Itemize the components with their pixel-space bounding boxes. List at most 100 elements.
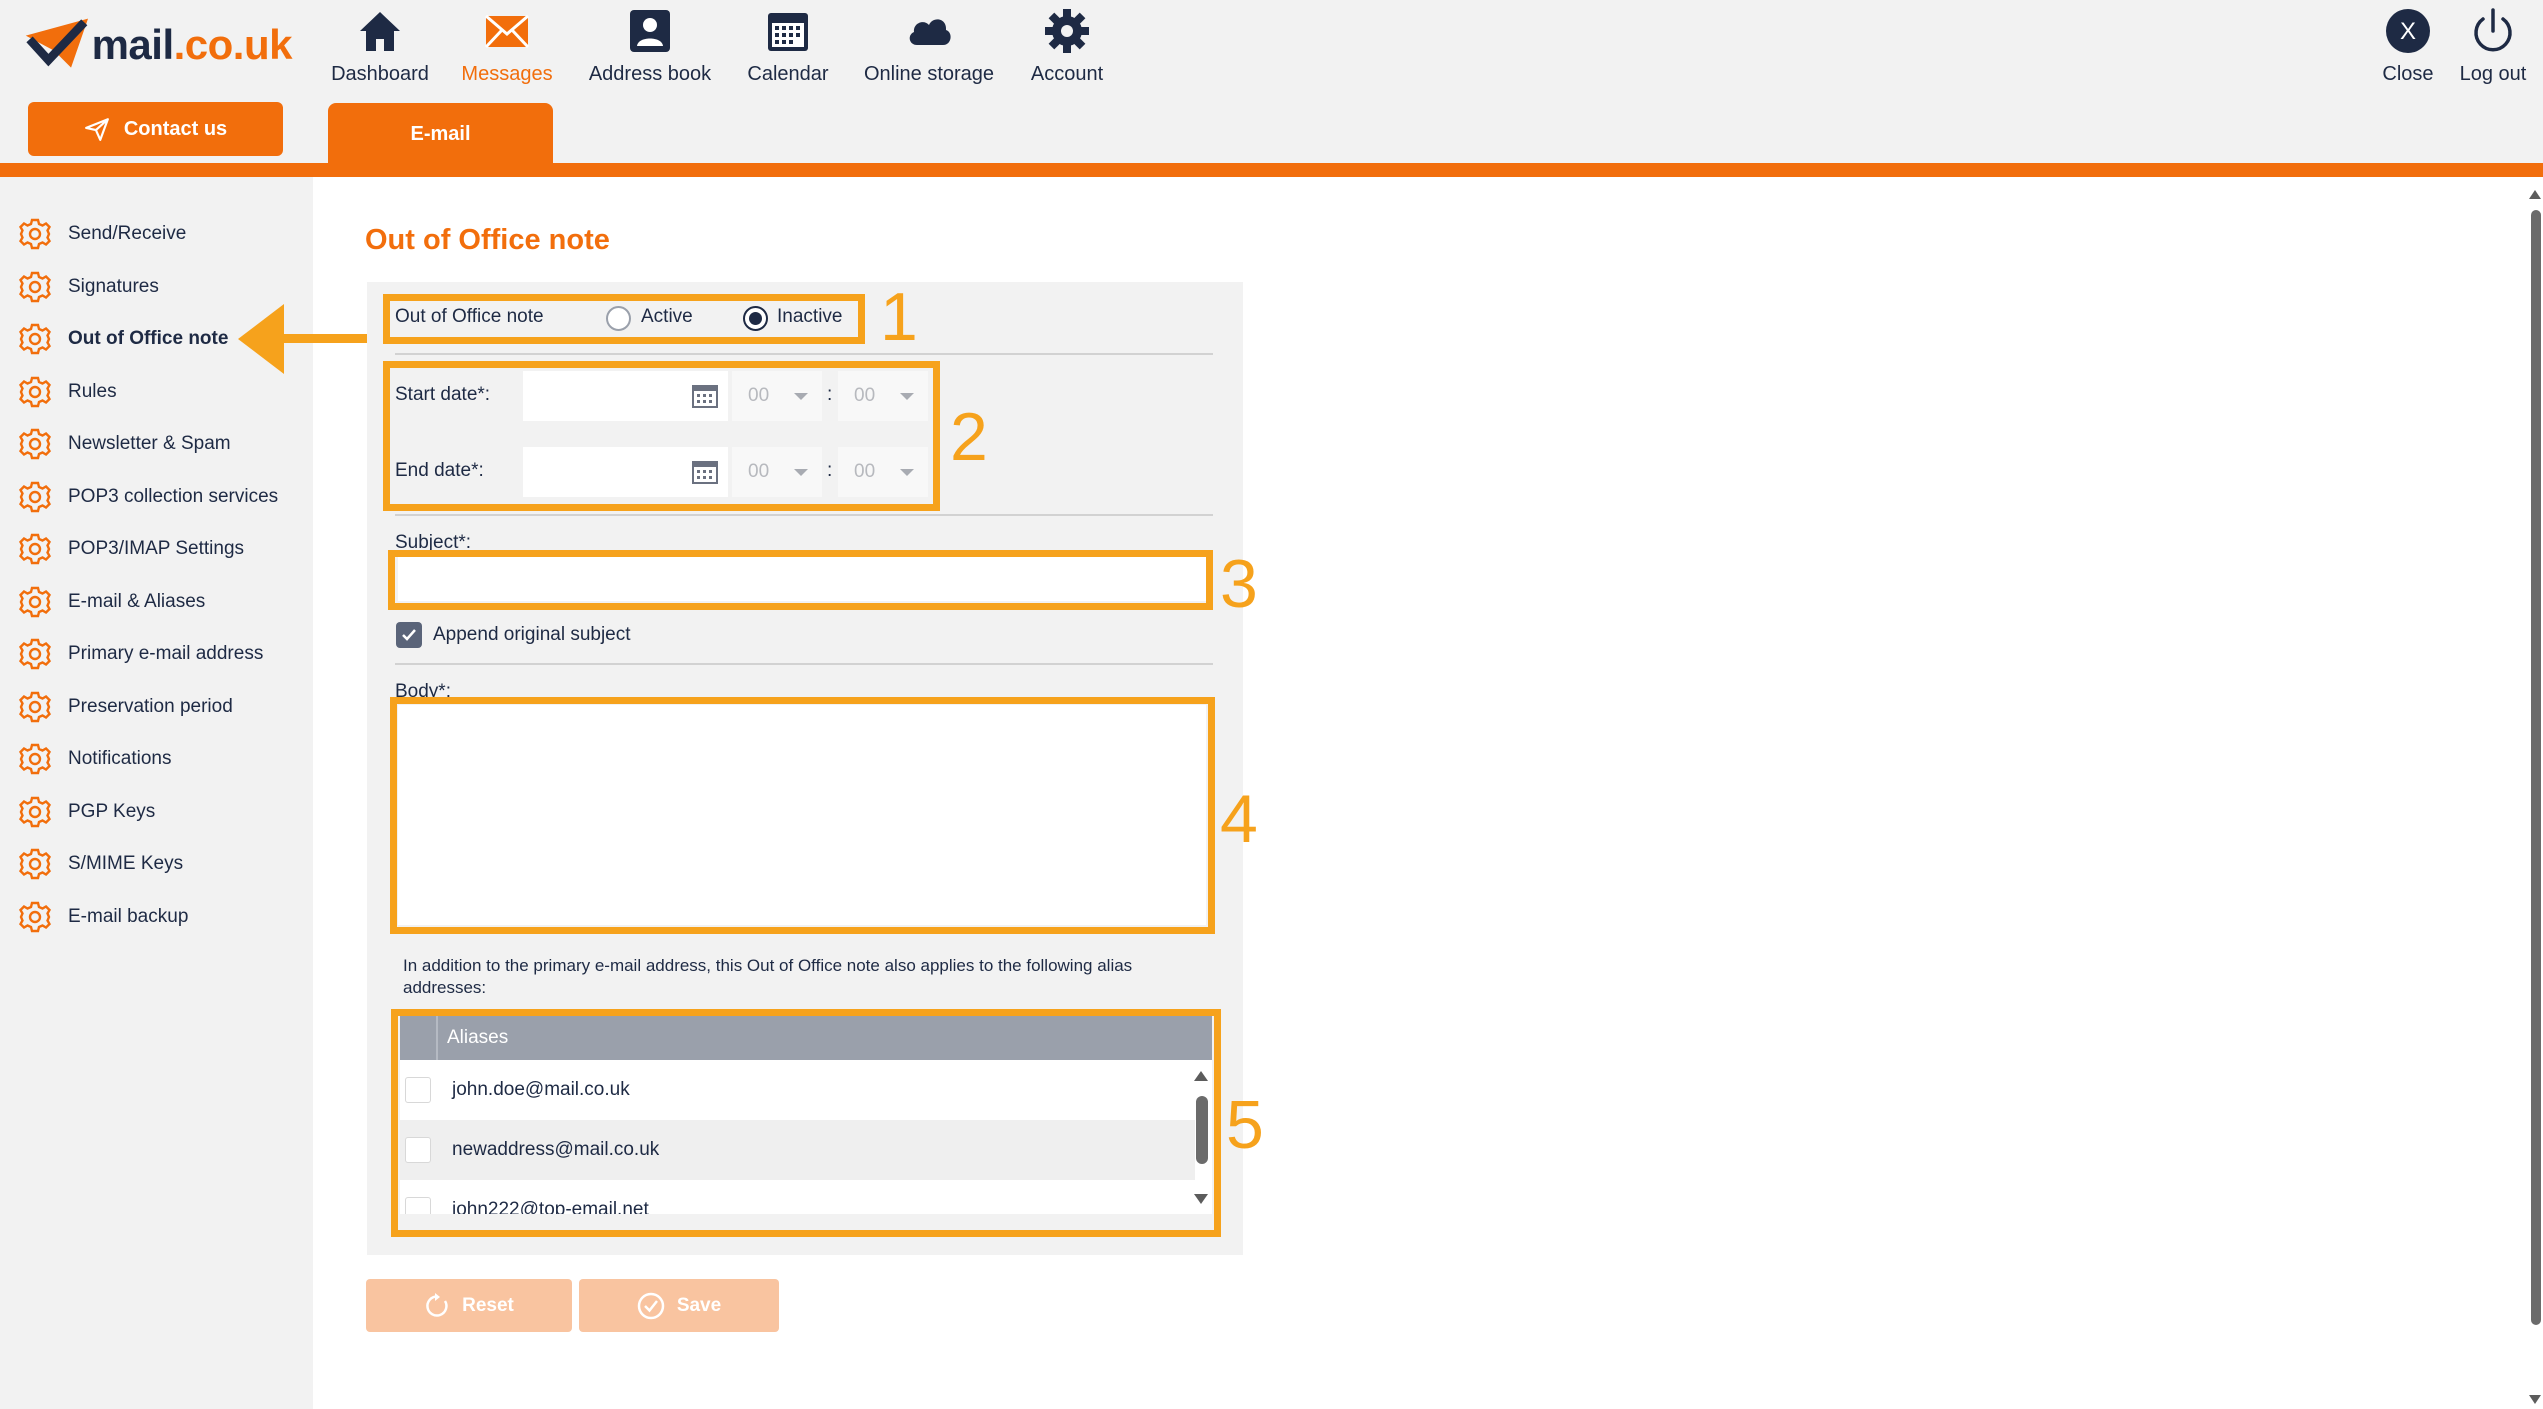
settings-gear-icon [19, 901, 51, 932]
nav-label: Messages [461, 63, 553, 85]
nav-messages[interactable]: Messages [458, 0, 556, 86]
sidebar-item-e-mail-aliases[interactable]: E-mail & Aliases [18, 582, 205, 622]
save-button[interactable]: Save [579, 1279, 779, 1332]
sidebar-item-preservation-period[interactable]: Preservation period [18, 687, 233, 727]
sidebar-item-pop3-collection-services[interactable]: POP3 collection services [18, 477, 278, 517]
settings-gear-icon [19, 271, 51, 302]
page-scroll-down-icon[interactable] [2529, 1395, 2541, 1404]
inactive-radio-label[interactable]: Inactive [777, 306, 842, 328]
end-minute-select[interactable]: 00 [838, 447, 928, 497]
alias-address: newaddress@mail.co.uk [452, 1139, 660, 1160]
append-subject-checkbox[interactable] [396, 622, 422, 648]
settings-gear-icon [19, 428, 51, 460]
sidebar-item-e-mail-backup[interactable]: E-mail backup [18, 897, 188, 937]
time-separator: : [827, 460, 833, 481]
page-scrollbar-thumb[interactable] [2531, 210, 2541, 1325]
nav-account[interactable]: Account [1026, 0, 1108, 86]
settings-gear-icon [19, 481, 51, 512]
active-radio-label[interactable]: Active [641, 306, 693, 328]
scroll-up-arrow-icon[interactable] [1194, 1071, 1208, 1081]
sidebar-item-label: Signatures [68, 275, 159, 297]
sidebar-item-pop3-imap-settings[interactable]: POP3/IMAP Settings [18, 529, 244, 569]
sidebar-item-notifications[interactable]: Notifications [18, 739, 172, 779]
close-label: Close [2382, 63, 2434, 85]
nav-label: Address book [588, 63, 712, 85]
alias-row[interactable]: john222@top-email.net [400, 1180, 1195, 1214]
check-circle-icon [637, 1292, 665, 1319]
inactive-radio[interactable] [743, 306, 768, 331]
sidebar-item-out-of-office-note[interactable]: Out of Office note [18, 319, 228, 359]
append-subject-label[interactable]: Append original subject [433, 624, 631, 646]
settings-gear-icon [19, 743, 51, 775]
sidebar-item-send-receive[interactable]: Send/Receive [18, 214, 186, 254]
sidebar-item-label: E-mail & Aliases [68, 590, 206, 612]
subject-label: Subject*: [395, 532, 472, 553]
divider [395, 514, 1213, 516]
sidebar-item-newsletter-spam[interactable]: Newsletter & Spam [18, 424, 231, 464]
sidebar-item-label: PGP Keys [68, 800, 156, 822]
sidebar-item-label: Rules [68, 380, 117, 402]
annotation-arrow-icon [238, 304, 368, 374]
contact-us-button[interactable]: Contact us [28, 102, 283, 156]
annotation-number-4: 4 [1220, 781, 1258, 857]
close-button[interactable]: X Close [2376, 0, 2440, 86]
alias-checkbox[interactable] [405, 1077, 431, 1103]
envelope-icon [484, 14, 530, 49]
start-minute-select[interactable]: 00 [838, 371, 928, 421]
sidebar-item-label: S/MIME Keys [68, 853, 184, 874]
sidebar-item-label: Newsletter & Spam [68, 433, 231, 454]
page-scroll-up-icon[interactable] [2529, 190, 2541, 199]
alias-row[interactable]: john.doe@mail.co.uk [400, 1060, 1195, 1120]
alias-info-text: In addition to the primary e-mail addres… [403, 956, 1133, 997]
alias-row[interactable]: newaddress@mail.co.uk [400, 1120, 1195, 1180]
aliases-header-label: Aliases [447, 1027, 509, 1048]
sidebar-item-signatures[interactable]: Signatures [18, 267, 159, 307]
aliases-table-header: Aliases [400, 1016, 1212, 1060]
end-date-input[interactable] [523, 447, 728, 497]
nav-address-book[interactable]: Address book [584, 0, 716, 86]
body-label: Body*: [395, 681, 451, 699]
save-label: Save [676, 1294, 722, 1316]
sidebar-item-s-mime-keys[interactable]: S/MIME Keys [18, 844, 183, 884]
settings-gear-icon [19, 376, 51, 407]
header-divider [0, 163, 2543, 177]
scroll-down-arrow-icon[interactable] [1194, 1194, 1208, 1204]
contact-us-label: Contact us [123, 117, 228, 140]
settings-gear-icon [19, 323, 51, 355]
settings-gear-icon [19, 638, 51, 670]
page-title: Out of Office note [365, 224, 610, 256]
settings-gear-icon [19, 533, 51, 565]
body-textarea[interactable] [398, 705, 1206, 925]
power-icon [2474, 8, 2512, 52]
sidebar-item-label: Primary e-mail address [68, 643, 264, 664]
start-date-input[interactable] [523, 371, 728, 421]
alias-checkbox[interactable] [405, 1197, 431, 1214]
divider [395, 663, 1213, 665]
end-hour-select[interactable]: 00 [732, 447, 822, 497]
mail-logo[interactable]: mail.co.uk [22, 12, 293, 78]
annotation-number-2: 2 [950, 399, 988, 475]
aliases-scrollbar-thumb[interactable] [1196, 1096, 1208, 1164]
sidebar-item-label: Notifications [68, 748, 172, 769]
sidebar-item-primary-e-mail-address[interactable]: Primary e-mail address [18, 634, 263, 674]
close-icon: X [2386, 9, 2430, 53]
nav-dashboard[interactable]: Dashboard [328, 0, 432, 86]
home-icon [360, 12, 400, 51]
tab-email[interactable]: E-mail [328, 103, 553, 165]
alias-checkbox[interactable] [405, 1137, 431, 1163]
sidebar-item-rules[interactable]: Rules [18, 372, 117, 412]
nav-calendar[interactable]: Calendar [744, 0, 832, 86]
start-date-label: Start date*: [395, 384, 491, 405]
start-hour-select[interactable]: 00 [732, 371, 822, 421]
subject-input[interactable] [398, 557, 1206, 601]
nav-label: Dashboard [331, 63, 429, 85]
end-date-label: End date*: [395, 460, 484, 481]
reset-button[interactable]: Reset [366, 1279, 572, 1332]
logout-label: Log out [2459, 63, 2527, 85]
active-radio[interactable] [606, 306, 631, 331]
settings-gear-icon [19, 218, 51, 250]
sidebar-item-pgp-keys[interactable]: PGP Keys [18, 792, 155, 832]
logout-button[interactable]: Log out [2456, 0, 2530, 86]
sidebar-item-label: E-mail backup [68, 905, 189, 927]
nav-online-storage[interactable]: Online storage [858, 0, 1000, 86]
